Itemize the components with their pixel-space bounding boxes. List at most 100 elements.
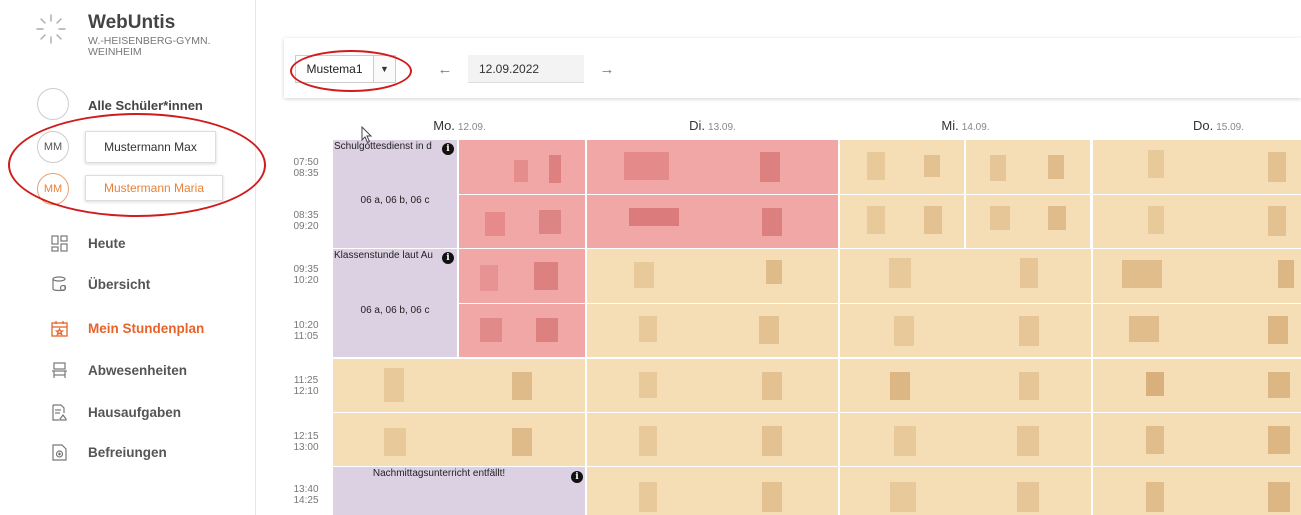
pixelated-block xyxy=(1148,150,1164,178)
pixelated-block xyxy=(1278,260,1294,288)
pixelated-block xyxy=(384,428,406,456)
day-header-thursday: Do. 15.09. xyxy=(1092,118,1301,136)
webuntis-logo-icon xyxy=(36,14,66,44)
school-name: W.-HEISENBERG-GYMN. WEINHEIM xyxy=(88,36,211,58)
info-icon[interactable]: i xyxy=(571,471,583,483)
chair-icon xyxy=(52,361,67,378)
nav-label-hausaufgaben: Hausaufgaben xyxy=(88,404,182,420)
period-end: 11:05 xyxy=(293,331,319,342)
lesson-cell[interactable] xyxy=(459,195,585,248)
nav-item-hausaufgaben[interactable]: Hausaufgaben xyxy=(0,394,256,430)
pixelated-block xyxy=(990,155,1006,181)
chevron-down-icon[interactable]: ▼ xyxy=(374,55,396,83)
lesson-cell[interactable] xyxy=(840,249,1091,303)
lesson-cell[interactable] xyxy=(840,195,964,248)
student-button-maria[interactable]: Mustermann Maria xyxy=(85,175,223,201)
homework-icon xyxy=(52,403,67,421)
period-time-6: 12:15 13:00 xyxy=(286,431,326,453)
mouse-cursor-icon xyxy=(361,126,373,144)
day-name: Mo. xyxy=(433,118,455,133)
lesson-cell[interactable] xyxy=(587,413,838,466)
period-start: 08:35 xyxy=(293,210,319,221)
nav-label-uebersicht: Übersicht xyxy=(88,276,151,292)
sidebar: WebUntis W.-HEISENBERG-GYMN. WEINHEIM Al… xyxy=(0,0,256,515)
pixelated-block xyxy=(1148,206,1164,234)
nav-item-heute[interactable]: Heute xyxy=(0,225,256,261)
info-icon[interactable]: i xyxy=(442,143,454,155)
pixelated-block xyxy=(629,208,679,226)
class-select[interactable]: Mustema1 xyxy=(295,55,374,83)
lesson-cell[interactable] xyxy=(840,140,964,194)
pixelated-block xyxy=(549,155,561,183)
lesson-cell[interactable] xyxy=(840,467,1091,515)
pixelated-block xyxy=(762,482,782,512)
period-end: 10:20 xyxy=(293,275,319,286)
lesson-schulgottesdienst[interactable]: Schulgottesdienst in d 06 a, 06 b, 06 c xyxy=(333,140,457,248)
pixelated-block xyxy=(1268,426,1290,454)
period-start: 13:40 xyxy=(293,484,319,495)
day-date: 14.09. xyxy=(961,122,990,133)
lesson-nachmittag[interactable]: Nachmittagsunterricht entfällt! xyxy=(333,467,585,515)
student-avatar-max[interactable]: MM xyxy=(37,131,69,163)
pixelated-block xyxy=(536,318,558,342)
lesson-cell[interactable] xyxy=(587,195,838,248)
pixelated-block xyxy=(1019,372,1039,400)
all-students-label[interactable]: Alle Schüler*innen xyxy=(88,98,203,113)
exemption-icon xyxy=(52,443,67,461)
pixelated-block xyxy=(512,372,532,400)
lesson-cell[interactable] xyxy=(966,195,1090,248)
previous-week-arrow-icon[interactable]: ← xyxy=(434,55,456,83)
day-header-wednesday: Mi. 14.09. xyxy=(839,118,1092,136)
nav-label-mein-stundenplan: Mein Stundenplan xyxy=(88,320,205,336)
lesson-cell[interactable] xyxy=(587,304,838,357)
lesson-cell[interactable] xyxy=(333,359,585,412)
pixelated-block xyxy=(624,152,669,180)
pixelated-block xyxy=(867,206,885,234)
pixelated-block xyxy=(889,258,911,288)
period-end: 12:10 xyxy=(293,386,319,397)
pixelated-block xyxy=(1268,372,1290,398)
lesson-cell[interactable] xyxy=(587,249,838,303)
pixelated-block xyxy=(639,372,657,398)
lesson-klassenstunde[interactable]: Klassenstunde laut Au 06 a, 06 b, 06 c xyxy=(333,249,457,357)
lesson-cell[interactable] xyxy=(966,140,1090,194)
pixelated-block xyxy=(890,372,910,400)
timetable: Mo. 12.09. Di. 13.09. Mi. 14.09. Do. 15.09. … xyxy=(284,110,1301,515)
period-start: 09:35 xyxy=(293,264,319,275)
dashboard-icon xyxy=(51,234,68,252)
day-header-tuesday: Di. 13.09. xyxy=(586,118,839,136)
lesson-cell[interactable] xyxy=(459,249,585,303)
lesson-cell[interactable] xyxy=(333,413,585,466)
lesson-cell[interactable] xyxy=(840,359,1091,412)
pixelated-block xyxy=(1017,482,1039,512)
nav-item-befreiungen[interactable]: Befreiungen xyxy=(0,434,256,470)
lesson-cell[interactable] xyxy=(840,413,1091,466)
pixelated-block xyxy=(894,426,916,456)
lesson-title: Schulgottesdienst in d xyxy=(334,141,432,152)
pixelated-block xyxy=(890,482,916,512)
pixelated-block xyxy=(759,316,779,344)
nav-item-uebersicht[interactable]: Übersicht xyxy=(0,266,256,302)
date-field[interactable]: 12.09.2022 xyxy=(468,55,584,83)
pixelated-block xyxy=(924,155,940,177)
pixelated-block xyxy=(766,260,782,284)
student-avatar-maria[interactable]: MM xyxy=(37,173,69,205)
school-name-line2: WEINHEIM xyxy=(88,46,142,58)
nav-item-mein-stundenplan[interactable]: Mein Stundenplan xyxy=(0,310,256,346)
all-students-avatar[interactable] xyxy=(37,88,69,120)
day-date: 12.09. xyxy=(457,122,486,133)
period-end: 13:00 xyxy=(293,442,319,453)
lesson-cell[interactable] xyxy=(587,467,838,515)
info-icon[interactable]: i xyxy=(442,252,454,264)
next-week-arrow-icon[interactable]: → xyxy=(596,55,618,83)
brand-name: WebUntis xyxy=(88,12,176,33)
nav-item-abwesenheiten[interactable]: Abwesenheiten xyxy=(0,352,256,388)
student-button-max[interactable]: Mustermann Max xyxy=(85,131,216,163)
lesson-cell[interactable] xyxy=(587,359,838,412)
lesson-cell[interactable] xyxy=(840,304,1091,357)
lesson-cell[interactable] xyxy=(459,304,585,357)
period-start: 07:50 xyxy=(293,157,319,168)
lesson-classes: 06 a, 06 b, 06 c xyxy=(360,305,430,316)
pixelated-block xyxy=(639,316,657,342)
nav-label-abwesenheiten: Abwesenheiten xyxy=(88,362,188,378)
